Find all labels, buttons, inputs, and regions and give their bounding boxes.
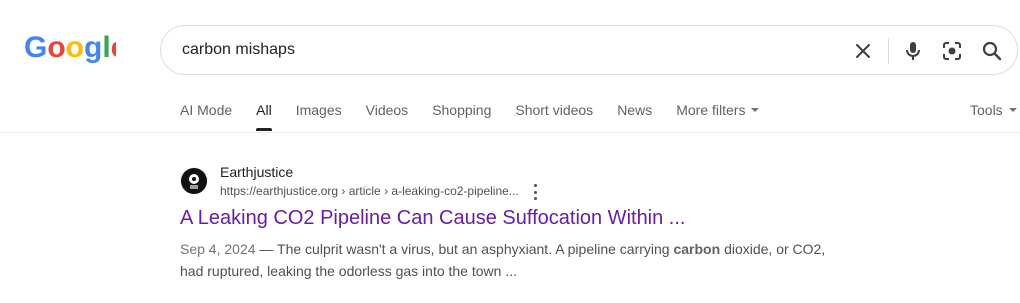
clear-icon[interactable] <box>851 39 875 63</box>
favicon-icon[interactable] <box>180 167 208 195</box>
more-vert-icon[interactable] <box>531 184 539 200</box>
result-title-link[interactable]: A Leaking CO2 Pipeline Can Cause Suffoca… <box>180 207 685 230</box>
site-name[interactable]: Earthjustice <box>220 164 293 180</box>
tab-news[interactable]: News <box>617 102 652 132</box>
camera-icon[interactable] <box>940 39 964 63</box>
snippet-highlight: carbon <box>673 241 721 257</box>
tools-label: Tools <box>970 102 1003 118</box>
tab-ai-mode[interactable]: AI Mode <box>180 102 232 132</box>
more-filters-label: More filters <box>676 102 746 118</box>
tools-button[interactable]: Tools <box>970 102 1017 118</box>
caret-down-icon <box>751 108 760 113</box>
result-snippet: Sep 4, 2024 — The culprit wasn't a virus… <box>180 241 826 279</box>
search-box[interactable]: carbon mishaps <box>160 25 1018 75</box>
tab-all[interactable]: All <box>256 102 272 132</box>
google-logo-wordmark: Google <box>24 31 116 63</box>
search-input[interactable]: carbon mishaps <box>182 41 295 59</box>
tab-more-filters[interactable]: More filters <box>676 102 760 132</box>
svg-text:Google: Google <box>24 31 116 63</box>
search-tabs: AI Mode All Images Videos Shopping Short… <box>180 102 783 132</box>
snippet-text-before: The culprit wasn't a virus, but an asphy… <box>277 241 670 257</box>
tab-short-videos[interactable]: Short videos <box>515 102 593 132</box>
search-icon[interactable] <box>980 39 1004 63</box>
microphone-icon[interactable] <box>901 39 925 63</box>
google-logo[interactable]: Google <box>24 31 116 63</box>
tab-images[interactable]: Images <box>296 102 342 132</box>
tab-videos[interactable]: Videos <box>366 102 409 132</box>
site-url[interactable]: https://earthjustice.org › article › a-l… <box>220 184 519 198</box>
caret-down-icon <box>1008 108 1017 113</box>
tab-shopping[interactable]: Shopping <box>432 102 491 132</box>
search-divider <box>888 38 889 64</box>
result-date: Sep 4, 2024 <box>180 241 256 257</box>
header-divider <box>0 132 1020 133</box>
